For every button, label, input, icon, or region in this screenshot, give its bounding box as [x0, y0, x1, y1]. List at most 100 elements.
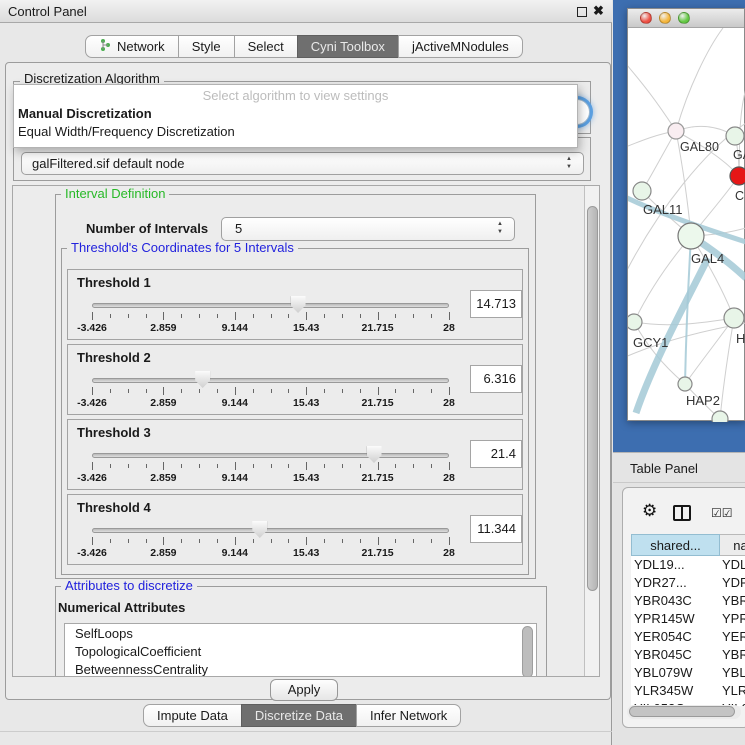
checkbox-pair-icon[interactable]: ☑☑ [711, 506, 733, 520]
cell-name: YBR043C [722, 593, 745, 608]
node-bottom[interactable] [712, 411, 728, 422]
threshold-value-field[interactable]: 14.713 [470, 290, 522, 318]
table-row[interactable]: YBL079WYBL079W [631, 664, 745, 682]
threshold-panel: Threshold 1-3.4262.8599.14415.4321.71528… [67, 269, 523, 340]
tab-select[interactable]: Select [234, 35, 298, 58]
node-gcy1[interactable] [628, 314, 642, 330]
table-row[interactable]: YDL19...YDL19 [631, 556, 745, 574]
popup-option-equal-width[interactable]: Equal Width/Frequency Discretization [18, 124, 235, 139]
table-data-combobox[interactable]: galFiltered.sif default node ▲▼ [21, 152, 584, 175]
node-hap2[interactable] [678, 377, 692, 391]
vertical-scrollbar-thumb[interactable] [587, 206, 598, 591]
minimize-traffic-light[interactable] [659, 12, 671, 24]
tick-label: 15.43 [293, 397, 319, 409]
node-top-right[interactable] [726, 127, 744, 145]
threshold-value-field[interactable]: 6.316 [470, 365, 522, 393]
node-gal4-hub[interactable] [678, 223, 704, 249]
threshold-slider-handle[interactable] [195, 371, 210, 388]
table-rows: YDL19...YDL19YDR27...YDR27YBR043CYBR043C… [631, 556, 745, 706]
cell-shared-name: YPR145W [634, 611, 695, 626]
table-row[interactable]: YBR043CYBR043C [631, 592, 745, 610]
vertical-scrollbar-track[interactable] [584, 186, 600, 677]
node-red[interactable] [730, 167, 745, 185]
horizontal-scrollbar-thumb[interactable] [629, 706, 735, 717]
table-panel-title: Table Panel [630, 461, 698, 476]
list-item[interactable]: SelfLoops [75, 626, 133, 641]
tick-mark [110, 314, 111, 318]
network-canvas[interactable]: GAL80GACGAL11GAL4GCY1HHAP2 [628, 28, 745, 422]
tick-label: 9.144 [222, 322, 248, 334]
table-panel-header: Table Panel [613, 452, 745, 483]
table-row[interactable]: YLR345WYLR345W [631, 682, 745, 700]
threshold-slider-track[interactable] [92, 378, 449, 383]
node-label: GA [733, 148, 745, 162]
zoom-traffic-light[interactable] [678, 12, 690, 24]
popup-option-manual[interactable]: Manual Discretization [18, 106, 152, 121]
horizontal-scrollbar-track[interactable] [627, 705, 741, 719]
tick-label: 21.715 [362, 322, 394, 334]
tick-mark [395, 389, 396, 393]
tab-impute-data[interactable]: Impute Data [143, 704, 242, 727]
threshold-slider-track[interactable] [92, 453, 449, 458]
tab-cyni-toolbox[interactable]: Cyni Toolbox [297, 35, 399, 58]
network-view-window: GAL80GACGAL11GAL4GCY1HHAP2 [627, 8, 745, 421]
list-item[interactable]: TopologicalCoefficient [75, 644, 201, 659]
tick-mark [271, 539, 272, 543]
float-window-icon[interactable] [577, 7, 587, 17]
tick-mark [271, 314, 272, 318]
numerical-attributes-label: Numerical Attributes [58, 600, 185, 615]
attributes-group-title: Attributes to discretize [61, 579, 197, 593]
tab-network[interactable]: Network [85, 35, 179, 58]
tick-mark [449, 537, 450, 545]
tick-mark [413, 389, 414, 393]
column-header-name[interactable]: name [720, 534, 745, 556]
tab-label: Network [117, 39, 165, 54]
network-window-titlebar[interactable] [628, 9, 744, 28]
tick-mark [306, 462, 307, 470]
threshold-slider-handle[interactable] [367, 446, 382, 463]
table-row[interactable]: YER054CYER054C [631, 628, 745, 646]
list-item[interactable]: BetweennessCentrality [75, 662, 208, 677]
table-row[interactable]: YPR145WYPR145W [631, 610, 745, 628]
tick-mark [128, 389, 129, 393]
tick-mark [271, 389, 272, 393]
tick-label: 28 [443, 322, 455, 334]
close-icon[interactable]: ✖ [593, 3, 604, 19]
tab-jactivemnodules[interactable]: jActiveMNodules [398, 35, 523, 58]
tick-mark [271, 464, 272, 468]
threshold-slider-track[interactable] [92, 528, 449, 533]
tick-mark [431, 464, 432, 468]
split-table-icon[interactable] [673, 505, 691, 521]
threshold-slider-handle[interactable] [291, 296, 306, 313]
threshold-slider-handle[interactable] [252, 521, 267, 538]
gear-icon[interactable]: ⚙ [642, 501, 657, 521]
tick-mark [163, 462, 164, 470]
table-row[interactable]: YBR045CYBR045C [631, 646, 745, 664]
threshold-value-field[interactable]: 21.4 [470, 440, 522, 468]
list-scrollbar-thumb[interactable] [522, 626, 533, 677]
tick-mark [235, 537, 236, 545]
tab-infer-network[interactable]: Infer Network [356, 704, 461, 727]
node-right-h[interactable] [724, 308, 744, 328]
column-header-shared-name[interactable]: shared... [631, 534, 720, 556]
number-of-intervals-combobox[interactable]: 5 ▲▼ [221, 217, 515, 241]
tick-label: -3.426 [77, 472, 107, 484]
cell-name: YER054C [722, 629, 745, 644]
threshold-slider-track[interactable] [92, 303, 449, 308]
node-gal11[interactable] [633, 182, 651, 200]
threshold-value-field[interactable]: 11.344 [470, 515, 522, 543]
tab-style[interactable]: Style [178, 35, 235, 58]
tick-mark [360, 389, 361, 393]
tick-mark [324, 539, 325, 543]
close-traffic-light[interactable] [640, 12, 652, 24]
tick-mark [253, 314, 254, 318]
network-edge [634, 318, 734, 325]
network-edge [642, 131, 676, 191]
tab-discretize-data[interactable]: Discretize Data [241, 704, 357, 727]
apply-button[interactable]: Apply [270, 679, 338, 701]
table-row[interactable]: YDR27...YDR27 [631, 574, 745, 592]
node-pink[interactable] [668, 123, 684, 139]
bottom-tab-bar: Impute DataDiscretize DataInfer Network [143, 704, 461, 727]
tick-mark [378, 462, 379, 470]
tab-label: Select [248, 39, 284, 54]
